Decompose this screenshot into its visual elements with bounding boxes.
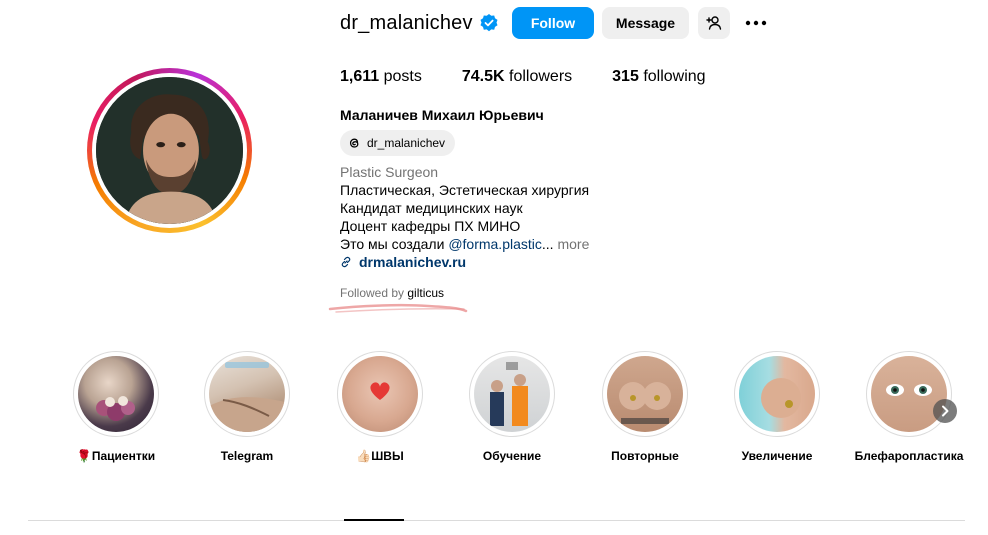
avatar — [96, 77, 243, 224]
highlight-label: 👍🏻ШВЫ — [356, 449, 404, 463]
highlight-label: Повторные — [611, 449, 679, 463]
threads-icon — [349, 138, 359, 148]
bio-website-link[interactable]: drmalanichev.ru — [340, 253, 589, 271]
bio-line: Это мы создали @forma.plastic... more — [340, 235, 589, 253]
profile-page: dr_malanichev Follow Message 1,611 posts… — [0, 0, 988, 535]
posts-count-label: posts — [383, 68, 422, 85]
following-link[interactable]: 315 following — [612, 68, 705, 86]
threads-handle: dr_malanichev — [367, 136, 446, 150]
highlight-cover-image — [739, 356, 815, 432]
highlight-cover-image — [78, 356, 154, 432]
bio-ellipsis: ... — [541, 236, 554, 252]
bio-line: Пластическая, Эстетическая хирургия — [340, 182, 590, 198]
followed-by-prefix: Followed by — [340, 286, 408, 300]
story-highlight[interactable]: Увеличение — [734, 351, 820, 463]
bio-line: Доцент кафедры ПХ МИНО — [340, 218, 521, 234]
highlight-label: Обучение — [482, 449, 542, 463]
profile-bio: Plastic Surgeon Пластическая, Эстетическ… — [340, 163, 589, 271]
bio-line: Кандидат медицинских наук — [340, 200, 523, 216]
profile-full-name: Маланичев Михаил Юрьевич — [340, 107, 544, 123]
following-count-label: following — [643, 68, 706, 85]
followed-by-name: gilticus — [407, 286, 445, 300]
highlight-cover-image — [607, 356, 683, 432]
suggested-users-button[interactable] — [698, 7, 730, 39]
follow-button[interactable]: Follow — [512, 7, 594, 39]
bio-more-button[interactable]: more — [557, 236, 589, 252]
tabs-divider — [28, 520, 965, 521]
highlight-label: 🌹Пациентки — [76, 449, 156, 463]
profile-header: dr_malanichev — [340, 7, 499, 39]
highlight-cover-image — [474, 356, 550, 432]
bio-mention-link[interactable]: @forma.plastic — [448, 236, 542, 252]
highlight-cover-image — [342, 356, 418, 432]
followers-count-label: followers — [509, 68, 573, 85]
bio-line-text: Это мы создали — [340, 236, 449, 252]
profile-username[interactable]: dr_malanichev — [340, 12, 473, 35]
highlight-label: Увеличение — [741, 449, 813, 463]
followers-link[interactable]: 74.5K followers — [462, 68, 572, 86]
story-highlight[interactable]: 👍🏻ШВЫ — [337, 351, 423, 463]
posts-count: 1,611 posts — [340, 68, 422, 86]
story-highlight[interactable]: Обучение — [469, 351, 555, 463]
story-highlight[interactable]: Telegram — [204, 351, 290, 463]
following-count-value: 315 — [612, 68, 639, 85]
avatar-portrait — [96, 77, 243, 224]
threads-profile-link[interactable]: dr_malanichev — [340, 130, 456, 156]
verified-badge-icon — [480, 14, 498, 32]
profile-stats: 1,611 posts 74.5K followers 315 followin… — [340, 68, 746, 86]
chevron-right-icon — [942, 405, 949, 417]
story-highlight[interactable]: 🌹Пациентки — [73, 351, 159, 463]
profile-category: Plastic Surgeon — [340, 164, 439, 180]
highlight-cover-image — [871, 356, 947, 432]
more-options-icon — [745, 20, 767, 26]
followers-count-value: 74.5K — [461, 68, 505, 85]
red-underline-annotation — [328, 303, 468, 313]
active-tab-indicator — [344, 519, 404, 521]
more-options-button[interactable] — [740, 7, 772, 39]
highlight-cover-image — [209, 356, 285, 432]
message-button[interactable]: Message — [602, 7, 689, 39]
highlight-label: Telegram — [220, 449, 274, 463]
story-highlight[interactable]: Повторные — [602, 351, 688, 463]
add-user-icon — [706, 16, 722, 30]
profile-avatar-story-ring[interactable] — [87, 68, 252, 233]
highlight-label: Блефаропластика — [854, 449, 964, 463]
followed-by[interactable]: Followed by gilticus — [340, 286, 444, 300]
link-icon — [341, 256, 351, 268]
website-url: drmalanichev.ru — [359, 254, 467, 270]
highlights-next-button[interactable] — [933, 399, 957, 423]
posts-count-value: 1,611 — [340, 68, 380, 85]
